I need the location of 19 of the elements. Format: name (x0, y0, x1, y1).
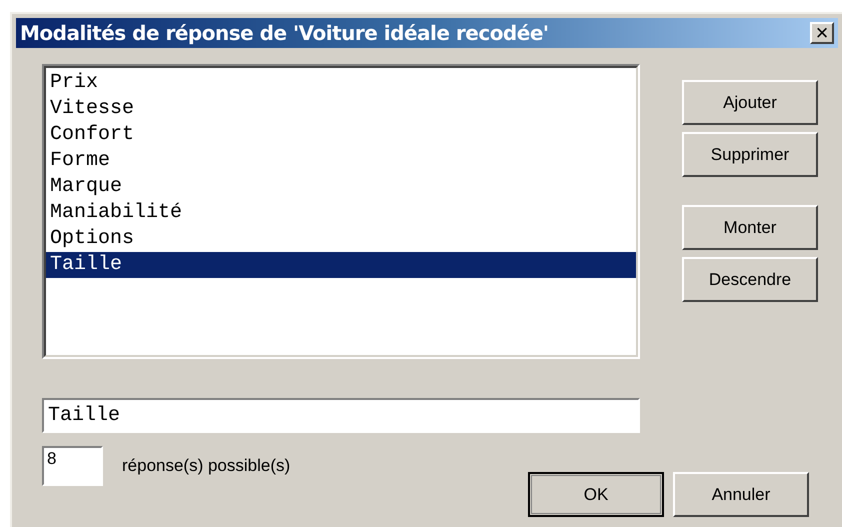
list-item[interactable]: Maniabilité (46, 200, 636, 226)
list-item[interactable]: Forme (46, 148, 636, 174)
dialog-button[interactable]: Annuler (673, 472, 809, 517)
action-button[interactable]: Descendre (682, 257, 818, 302)
list-item[interactable]: Marque (46, 174, 636, 200)
close-button[interactable]: × (810, 22, 834, 44)
action-button[interactable]: Ajouter (682, 80, 818, 125)
list-item[interactable]: Prix (46, 70, 636, 96)
window-title: Modalités de réponse de 'Voiture idéale recodée' (20, 20, 548, 47)
dialog-button[interactable]: OK (528, 472, 664, 517)
list-item[interactable]: Vitesse (46, 96, 636, 122)
count-label: réponse(s) possible(s) (122, 455, 290, 478)
list-item[interactable]: Taille (46, 252, 636, 278)
number-field[interactable]: 8 (42, 446, 103, 486)
list-item[interactable]: Confort (46, 122, 636, 148)
list-item[interactable]: Options (46, 226, 636, 252)
action-button[interactable]: Monter (682, 205, 818, 250)
action-button[interactable]: Supprimer (682, 132, 818, 177)
text-field[interactable]: Taille (42, 398, 640, 433)
